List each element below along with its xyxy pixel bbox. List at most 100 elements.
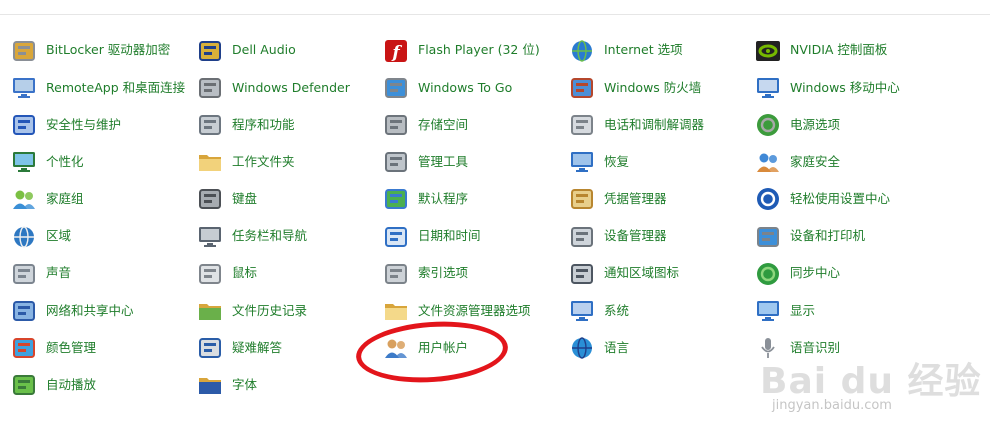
control-panel-item-fonts[interactable]: 字体	[196, 367, 382, 404]
file-history-icon	[196, 297, 224, 325]
control-panel-item-default-programs[interactable]: 默认程序	[382, 181, 568, 218]
control-panel-item-flag[interactable]: 安全性与维护	[10, 106, 196, 143]
control-panel-grid: BitLocker 驱动器加密 RemoteApp 和桌面连接 安全性与维护 个性化家…	[10, 32, 970, 422]
item-label: 字体	[232, 377, 258, 393]
item-label: 设备和打印机	[790, 228, 866, 244]
bitlocker-icon	[10, 37, 38, 65]
microphone-icon	[754, 334, 782, 362]
admin-tools-icon	[382, 148, 410, 176]
control-panel-item-credential[interactable]: 凭据管理器	[568, 181, 754, 218]
item-label: 轻松使用设置中心	[790, 191, 891, 207]
item-label: 自动播放	[46, 377, 97, 393]
item-label: Internet 选项	[604, 42, 683, 58]
control-panel-item-family-safety[interactable]: 家庭安全	[754, 144, 940, 181]
control-panel-item-admin-tools[interactable]: 管理工具	[382, 144, 568, 181]
work-folders-icon	[196, 148, 224, 176]
control-panel-item-nvidia[interactable]: NVIDIA 控制面板	[754, 32, 940, 69]
control-panel-item-flash[interactable]: f Flash Player (32 位)	[382, 32, 568, 69]
phone-modem-icon	[568, 111, 596, 139]
control-panel-item-bitlocker[interactable]: BitLocker 驱动器加密	[10, 32, 196, 69]
item-label: 管理工具	[418, 153, 469, 169]
item-label: 个性化	[46, 153, 84, 169]
control-panel-item-mobility-center[interactable]: Windows 移动中心	[754, 69, 940, 106]
globe-clock-icon	[10, 223, 38, 251]
item-label: BitLocker 驱动器加密	[46, 42, 171, 58]
user-accounts-icon	[382, 334, 410, 362]
item-label: Windows 移动中心	[790, 79, 900, 95]
control-panel-item-globe-clock[interactable]: 区域	[10, 218, 196, 255]
control-panel-item-network[interactable]: 网络和共享中心	[10, 292, 196, 329]
control-panel-item-troubleshoot[interactable]: 疑难解答	[196, 330, 382, 367]
mouse-icon	[196, 260, 224, 288]
item-label: 用户帐户	[418, 339, 469, 355]
item-label: 任务栏和导航	[232, 228, 308, 244]
column-2: Dell Audio Windows Defender 程序和功能工作文件夹键盘任务…	[196, 32, 382, 422]
item-label: 文件资源管理器选项	[418, 302, 531, 318]
control-panel-item-work-folders[interactable]: 工作文件夹	[196, 144, 382, 181]
item-label: 声音	[46, 265, 72, 281]
devices-printers-icon	[754, 223, 782, 251]
control-panel-item-power-options[interactable]: 电源选项	[754, 106, 940, 143]
item-label: 工作文件夹	[232, 153, 295, 169]
nvidia-icon	[754, 37, 782, 65]
control-panel-item-notification[interactable]: 通知区域图标	[568, 255, 754, 292]
storage-spaces-icon	[382, 111, 410, 139]
control-panel-item-programs[interactable]: 程序和功能	[196, 106, 382, 143]
item-label: 日期和时间	[418, 228, 481, 244]
item-label: 安全性与维护	[46, 116, 122, 132]
item-label: 区域	[46, 228, 72, 244]
item-label: 程序和功能	[232, 116, 295, 132]
control-panel-item-personalize[interactable]: 个性化	[10, 144, 196, 181]
item-label: 存储空间	[418, 116, 469, 132]
control-panel-item-devices-printers[interactable]: 设备和打印机	[754, 218, 940, 255]
control-panel-item-speaker[interactable]: 声音	[10, 255, 196, 292]
control-panel-item-windows-to-go[interactable]: Windows To Go	[382, 69, 568, 106]
network-icon	[10, 297, 38, 325]
control-panel-item-recovery[interactable]: 恢复	[568, 144, 754, 181]
control-panel-item-color-management[interactable]: 颜色管理	[10, 330, 196, 367]
control-panel-item-display[interactable]: 显示	[754, 292, 940, 329]
item-label: 网络和共享中心	[46, 302, 134, 318]
defender-wall-icon	[196, 74, 224, 102]
remoteapp-icon	[10, 74, 38, 102]
autoplay-icon	[10, 371, 38, 399]
item-label: 语言	[604, 339, 630, 355]
firewall-icon	[568, 74, 596, 102]
taskbar-icon	[196, 223, 224, 251]
control-panel-item-keyboard[interactable]: 键盘	[196, 181, 382, 218]
control-panel-item-internet-options[interactable]: Internet 选项	[568, 32, 754, 69]
control-panel-item-remoteapp[interactable]: RemoteApp 和桌面连接	[10, 69, 196, 106]
item-label: 电源选项	[790, 116, 841, 132]
control-panel-item-system[interactable]: 系统	[568, 292, 754, 329]
control-panel-item-indexing[interactable]: 索引选项	[382, 255, 568, 292]
control-panel-item-folder-options[interactable]: 文件资源管理器选项	[382, 292, 568, 329]
control-panel-item-calendar-clock[interactable]: 日期和时间	[382, 218, 568, 255]
control-panel-item-homegroup[interactable]: 家庭组	[10, 181, 196, 218]
family-safety-icon	[754, 148, 782, 176]
personalize-icon	[10, 148, 38, 176]
item-label: 系统	[604, 302, 630, 318]
control-panel-item-ease-of-access[interactable]: 轻松使用设置中心	[754, 181, 940, 218]
display-icon	[754, 297, 782, 325]
control-panel-item-firewall[interactable]: Windows 防火墙	[568, 69, 754, 106]
control-panel-item-phone-modem[interactable]: 电话和调制解调器	[568, 106, 754, 143]
control-panel-item-microphone[interactable]: 语音识别	[754, 330, 940, 367]
control-panel-item-file-history[interactable]: 文件历史记录	[196, 292, 382, 329]
item-label: Flash Player (32 位)	[418, 42, 540, 58]
control-panel-item-device-manager[interactable]: 设备管理器	[568, 218, 754, 255]
control-panel-item-language[interactable]: 语言	[568, 330, 754, 367]
control-panel-item-dell-audio[interactable]: Dell Audio	[196, 32, 382, 69]
item-label: 语音识别	[790, 339, 841, 355]
control-panel-item-storage-spaces[interactable]: 存储空间	[382, 106, 568, 143]
control-panel-item-sync-center[interactable]: 同步中心	[754, 255, 940, 292]
item-label: 文件历史记录	[232, 302, 308, 318]
internet-options-icon	[568, 37, 596, 65]
control-panel-item-taskbar[interactable]: 任务栏和导航	[196, 218, 382, 255]
calendar-clock-icon	[382, 223, 410, 251]
control-panel-item-autoplay[interactable]: 自动播放	[10, 367, 196, 404]
item-label: NVIDIA 控制面板	[790, 42, 888, 58]
control-panel-item-defender-wall[interactable]: Windows Defender	[196, 69, 382, 106]
item-label: 颜色管理	[46, 339, 97, 355]
control-panel-item-mouse[interactable]: 鼠标	[196, 255, 382, 292]
control-panel-item-user-accounts[interactable]: 用户帐户	[382, 330, 568, 367]
